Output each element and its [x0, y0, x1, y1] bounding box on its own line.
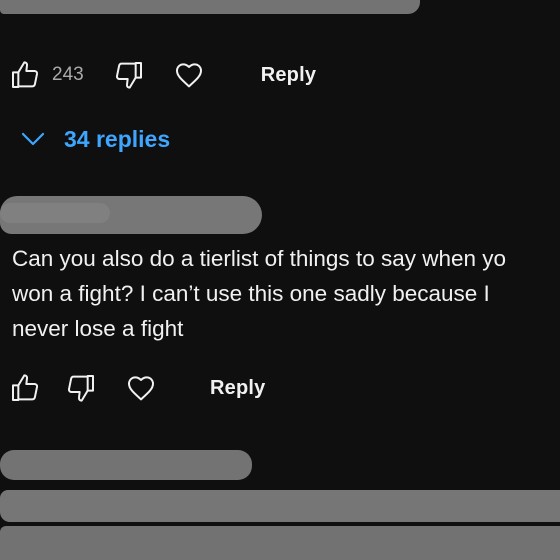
heart-icon[interactable] [124, 371, 158, 405]
comment-action-bar: 243 Reply [8, 58, 316, 92]
reply-button[interactable]: Reply [210, 377, 265, 400]
thumbs-up-icon[interactable] [8, 58, 42, 92]
thumbs-up-icon[interactable] [8, 371, 42, 405]
comment-action-bar-2: Reply [8, 371, 265, 405]
reply-button[interactable]: Reply [261, 64, 316, 87]
like-count: 243 [52, 64, 84, 85]
redaction-mark-top [0, 0, 420, 14]
redaction-mark-next-comment-line1 [0, 490, 560, 522]
replies-count-label: 34 replies [64, 125, 171, 152]
redaction-mark-username-overlay [0, 203, 110, 223]
heart-icon[interactable] [172, 58, 206, 92]
comment-text: Can you also do a tierlist of things to … [12, 246, 507, 341]
chevron-down-icon [21, 132, 45, 146]
redaction-mark-next-username [0, 450, 252, 480]
thumbs-down-icon[interactable] [112, 58, 146, 92]
redaction-mark-next-comment-line2 [0, 526, 560, 560]
thumbs-down-icon[interactable] [64, 371, 98, 405]
view-replies-toggle[interactable]: 34 replies [18, 124, 170, 154]
